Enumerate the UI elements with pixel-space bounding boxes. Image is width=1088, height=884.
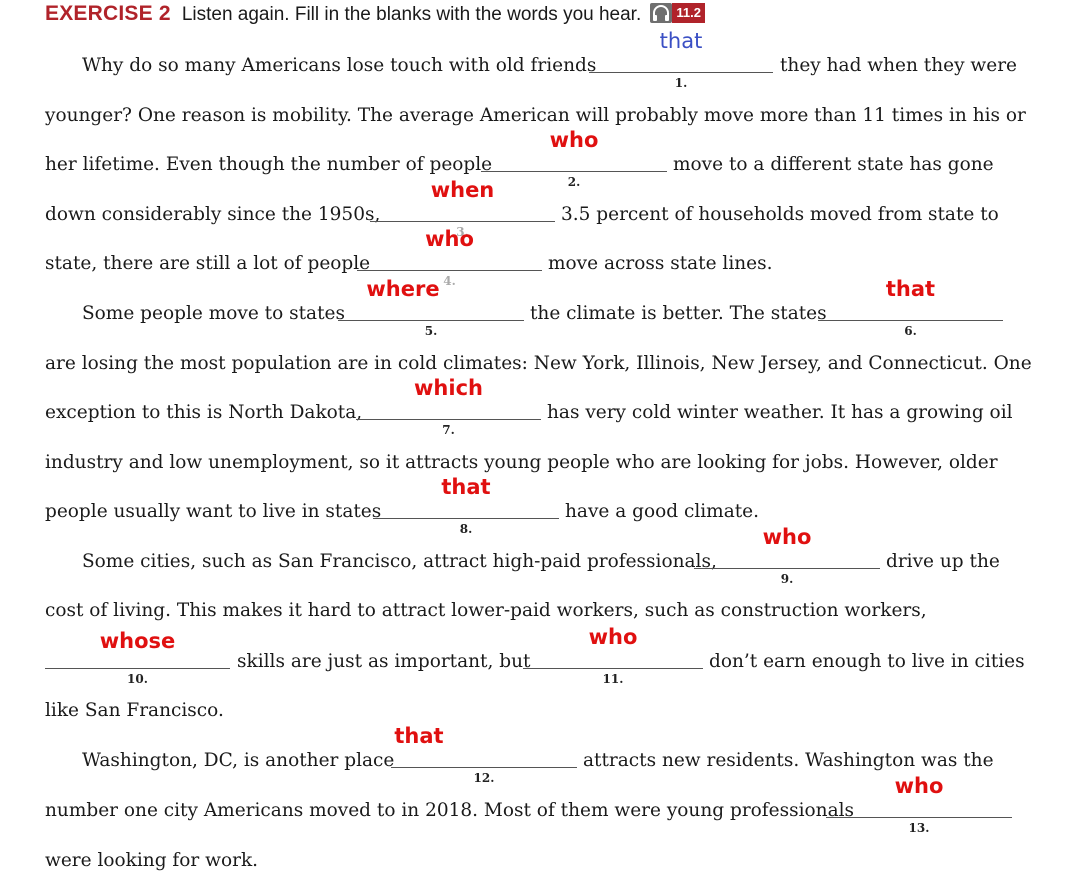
blank-underline bbox=[373, 518, 559, 519]
blank-number: 6. bbox=[904, 324, 917, 338]
passage-text: move across state lines. bbox=[548, 253, 773, 274]
blank-underline bbox=[589, 72, 773, 73]
blank-underline bbox=[391, 767, 577, 768]
blank-answer: where bbox=[366, 277, 440, 301]
passage-text: has very cold winter weather. It has a g… bbox=[547, 402, 1013, 423]
blank-11[interactable]: who 11. bbox=[523, 625, 703, 691]
blank-answer: who bbox=[762, 525, 812, 549]
blank-answer: when bbox=[430, 178, 495, 202]
blank-underline bbox=[481, 171, 667, 172]
passage-text: skills are just as important, but bbox=[237, 651, 531, 672]
blank-answer: who bbox=[425, 227, 474, 251]
exercise-header: EXERCISE 2 Listen again. Fill in the bla… bbox=[45, 2, 705, 26]
blank-answer: which bbox=[414, 376, 483, 400]
passage-line-1: Why do so many Americans lose touch with… bbox=[0, 29, 1088, 90]
passage-text: cost of living. This makes it hard to at… bbox=[45, 600, 927, 621]
audio-track-badge: 11.2 bbox=[672, 3, 705, 23]
blank-underline bbox=[818, 320, 1003, 321]
passage-line-11: Some cities, such as San Francisco, attr… bbox=[0, 525, 1088, 586]
blank-underline bbox=[338, 320, 524, 321]
passage-text: state, there are still a lot of people bbox=[45, 253, 371, 274]
blank-answer: that bbox=[659, 29, 703, 53]
blank-answer: that bbox=[441, 475, 491, 499]
blank-underline bbox=[45, 668, 230, 669]
exercise-label: EXERCISE 2 bbox=[45, 2, 171, 25]
passage-text: were looking for work. bbox=[45, 850, 259, 871]
passage-text: people usually want to live in states bbox=[45, 501, 382, 522]
passage-line-13: whose 10. skills are just as important, … bbox=[0, 625, 1088, 686]
passage-text: drive up the bbox=[886, 551, 1000, 572]
blank-underline bbox=[826, 817, 1012, 818]
passage-text: Why do so many Americans lose touch with… bbox=[82, 55, 597, 76]
blank-answer: who bbox=[588, 625, 638, 649]
passage-text: 3.5 percent of households moved from sta… bbox=[561, 204, 999, 225]
blank-number: 13. bbox=[908, 821, 930, 835]
passage-text: down considerably since the 1950s, bbox=[45, 204, 381, 225]
passage-line-4: down considerably since the 1950s, when … bbox=[0, 178, 1088, 239]
blank-8[interactable]: that 8. bbox=[373, 475, 559, 541]
blank-10[interactable]: whose 10. bbox=[45, 629, 230, 691]
passage-text: Some people move to states bbox=[82, 303, 345, 324]
blank-answer: who bbox=[549, 128, 599, 152]
blank-number: 5. bbox=[424, 324, 438, 338]
blank-13[interactable]: who 13. bbox=[826, 774, 1012, 840]
headphones-icon[interactable] bbox=[650, 3, 673, 23]
blank-12[interactable]: that 12. bbox=[391, 724, 577, 790]
blank-answer: whose bbox=[99, 629, 176, 653]
blank-underline bbox=[357, 270, 542, 271]
blank-number: 1. bbox=[674, 76, 688, 90]
blank-7[interactable]: which 7. bbox=[356, 376, 541, 442]
passage-text: Washington, DC, is another place bbox=[82, 750, 395, 771]
passage-line-7: are losing the most population are in co… bbox=[0, 353, 1088, 387]
blank-number: 8. bbox=[459, 522, 473, 536]
passage-line-6: Some people move to states where 5. the … bbox=[0, 277, 1088, 338]
passage-line-17: were looking for work. bbox=[0, 850, 1088, 884]
passage-text: industry and low unemployment, so it att… bbox=[45, 452, 998, 473]
passage-text: Some cities, such as San Francisco, attr… bbox=[82, 551, 717, 572]
blank-6[interactable]: that 6. bbox=[818, 277, 1003, 343]
blank-1[interactable]: that 1. bbox=[589, 29, 773, 95]
passage-text: exception to this is North Dakota, bbox=[45, 402, 363, 423]
passage-text: they had when they were bbox=[780, 55, 1017, 76]
blank-underline bbox=[694, 568, 880, 569]
blank-9[interactable]: who 9. bbox=[694, 525, 880, 591]
blank-number: 10. bbox=[127, 672, 148, 686]
passage-text: attracts new residents. Washington was t… bbox=[583, 750, 994, 771]
passage-text: her lifetime. Even though the number of … bbox=[45, 154, 493, 175]
passage-text: younger? One reason is mobility. The ave… bbox=[45, 105, 1026, 126]
passage-text: don’t earn enough to live in cities bbox=[709, 651, 1025, 672]
passage-line-8: exception to this is North Dakota, which… bbox=[0, 376, 1088, 437]
passage-line-10: people usually want to live in states th… bbox=[0, 475, 1088, 536]
headphones-icon-glyph bbox=[653, 5, 670, 21]
blank-number: 9. bbox=[780, 572, 794, 586]
passage-text: number one city Americans moved to in 20… bbox=[45, 800, 855, 821]
passage-text: have a good climate. bbox=[565, 501, 760, 522]
blank-underline bbox=[370, 221, 555, 222]
blank-5[interactable]: where 5. bbox=[338, 277, 524, 343]
blank-underline bbox=[523, 668, 703, 669]
passage-text: the climate is better. The states bbox=[530, 303, 827, 324]
blank-answer: that bbox=[885, 277, 936, 301]
exercise-instruction: Listen again. Fill in the blanks with th… bbox=[181, 4, 642, 25]
blank-number: 12. bbox=[473, 771, 495, 785]
blank-number: 11. bbox=[602, 672, 624, 686]
passage-text: are losing the most population are in co… bbox=[45, 353, 1032, 374]
blank-underline bbox=[356, 419, 541, 420]
blank-number: 7. bbox=[442, 423, 455, 437]
passage-line-16: number one city Americans moved to in 20… bbox=[0, 774, 1088, 835]
blank-answer: who bbox=[894, 774, 944, 798]
blank-answer: that bbox=[394, 724, 444, 748]
passage-text: move to a different state has gone bbox=[673, 154, 994, 175]
passage-text: like San Francisco. bbox=[45, 700, 224, 721]
